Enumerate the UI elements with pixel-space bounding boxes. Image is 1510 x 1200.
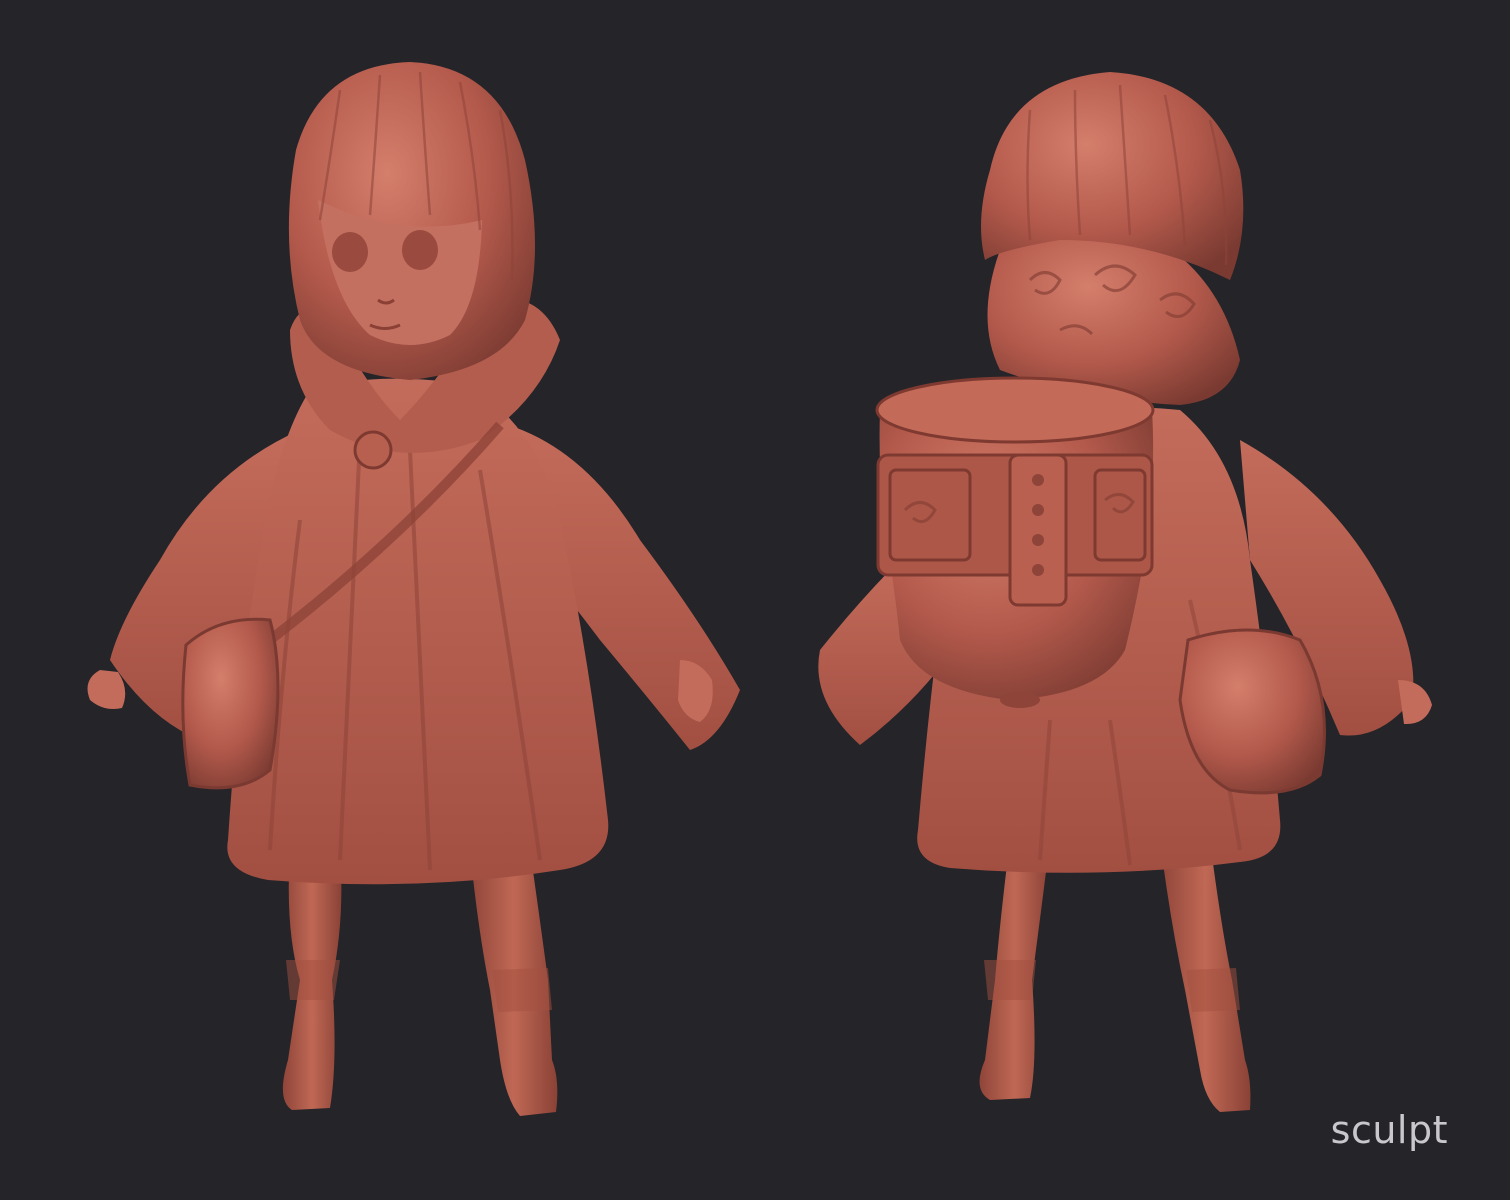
back-view bbox=[818, 72, 1432, 1112]
render-canvas: sculpt bbox=[0, 0, 1510, 1200]
barrel-backpack bbox=[875, 376, 1155, 708]
coat-button bbox=[353, 430, 393, 470]
front-legs bbox=[282, 850, 558, 1116]
front-head bbox=[288, 62, 535, 380]
back-legs bbox=[979, 840, 1251, 1112]
sculpt-render bbox=[87, 62, 1432, 1116]
front-view bbox=[87, 62, 740, 1116]
front-bag bbox=[181, 617, 280, 790]
caption-label: sculpt bbox=[1330, 1108, 1448, 1152]
